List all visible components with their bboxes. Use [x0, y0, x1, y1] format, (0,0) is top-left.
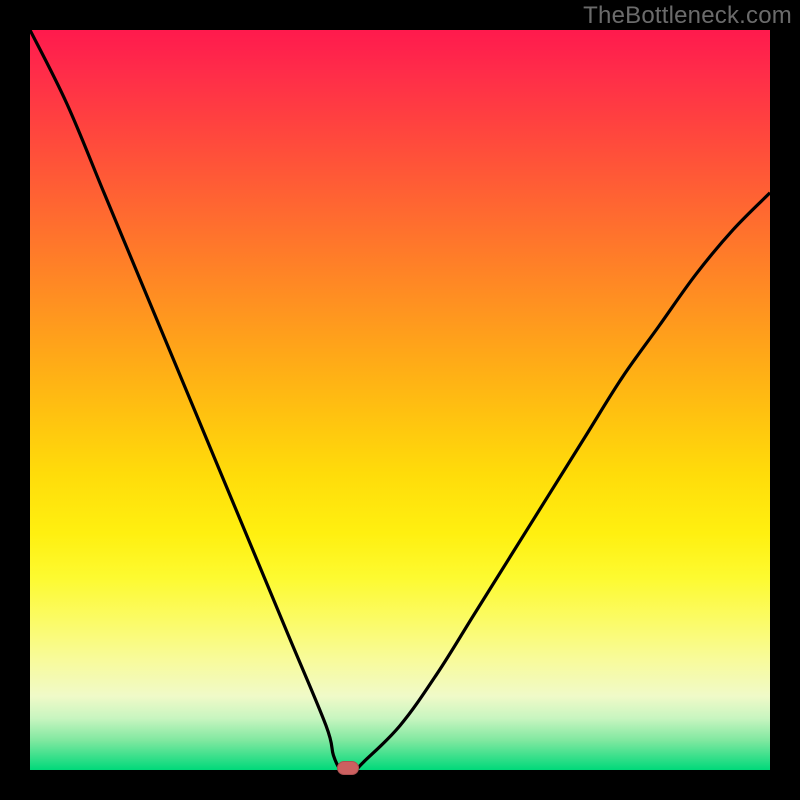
curve-path: [30, 30, 770, 770]
bottleneck-curve: [30, 30, 770, 770]
watermark-text: TheBottleneck.com: [583, 2, 792, 30]
plot-area: [30, 30, 770, 770]
chart-frame: TheBottleneck.com: [0, 0, 800, 800]
optimal-marker: [337, 761, 359, 775]
